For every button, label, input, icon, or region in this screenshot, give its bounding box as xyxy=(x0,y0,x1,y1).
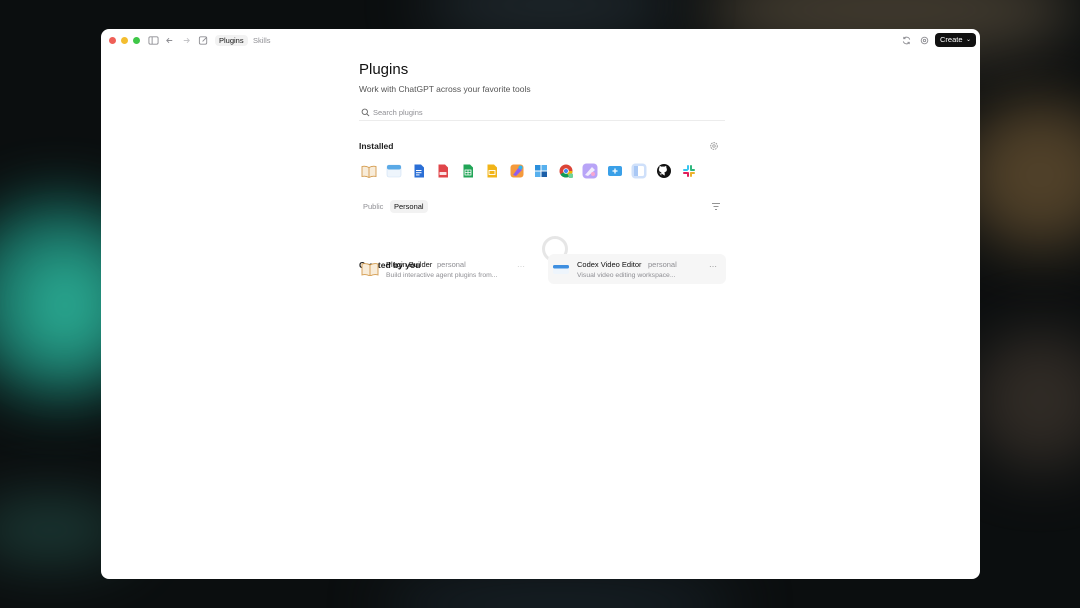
plugin-name: Codex Video Editor xyxy=(577,260,642,269)
tab-personal[interactable]: Personal xyxy=(390,200,428,213)
refresh-icon[interactable] xyxy=(901,35,912,46)
forward-arrow-icon[interactable] xyxy=(181,35,192,46)
plugin-tag: personal xyxy=(648,260,677,269)
search-icon xyxy=(361,108,370,117)
book-icon[interactable] xyxy=(361,163,377,179)
more-options-icon[interactable]: ⋯ xyxy=(709,262,717,271)
page-title: Plugins xyxy=(359,61,409,78)
installed-heading: Installed xyxy=(359,141,394,151)
manage-installed-gear-icon[interactable] xyxy=(709,141,719,151)
book-icon xyxy=(361,263,379,276)
search-bar xyxy=(359,106,725,121)
page-subtitle: Work with ChatGPT across your favorite t… xyxy=(359,84,531,94)
plugin-name: Plugin Builder xyxy=(386,260,433,269)
chrome-icon[interactable] xyxy=(558,163,574,179)
github-icon[interactable] xyxy=(656,163,672,179)
figma-icon[interactable] xyxy=(509,163,525,179)
minimize-window-button[interactable] xyxy=(121,37,128,44)
docs-icon[interactable] xyxy=(411,163,427,179)
plugin-tag: personal xyxy=(437,260,466,269)
pdf-icon[interactable] xyxy=(435,163,451,179)
add-screen-icon[interactable] xyxy=(607,163,623,179)
back-arrow-icon[interactable] xyxy=(164,35,175,46)
plugin-description: Build interactive agent plugins from... xyxy=(386,272,498,279)
tab-public[interactable]: Public xyxy=(363,200,383,213)
app-window: Plugins Skills Create ⌄ Plugins Work wit… xyxy=(101,29,980,579)
slack-icon[interactable] xyxy=(681,163,697,179)
title-bar: Plugins Skills Create ⌄ xyxy=(101,29,980,53)
sidebar-toggle-icon[interactable] xyxy=(148,35,159,46)
video-editor-icon xyxy=(553,265,569,274)
create-button[interactable]: Create ⌄ xyxy=(935,33,976,47)
windows-icon[interactable] xyxy=(533,163,549,179)
more-options-icon[interactable]: ⋯ xyxy=(517,262,525,271)
tab-skills[interactable]: Skills xyxy=(253,35,271,46)
preview-icon[interactable] xyxy=(631,163,647,179)
compose-icon[interactable] xyxy=(198,35,209,46)
plugin-card-codex-video-editor[interactable]: Codex Video Editor personal Visual video… xyxy=(548,254,726,284)
zoom-window-button[interactable] xyxy=(133,37,140,44)
create-button-label: Create xyxy=(940,35,963,44)
close-window-button[interactable] xyxy=(109,37,116,44)
plugin-card-plugin-builder[interactable]: Plugin Builder personal Build interactiv… xyxy=(357,254,537,284)
tab-plugins[interactable]: Plugins xyxy=(215,35,248,46)
calendar-icon[interactable] xyxy=(386,163,402,179)
filter-icon[interactable] xyxy=(711,202,721,211)
sheets-icon[interactable] xyxy=(460,163,476,179)
settings-gear-icon[interactable] xyxy=(919,35,930,46)
plugin-description: Visual video editing workspace... xyxy=(577,272,676,279)
chevron-down-icon: ⌄ xyxy=(965,37,971,43)
design-app-icon[interactable] xyxy=(582,163,598,179)
slides-icon[interactable] xyxy=(484,163,500,179)
search-input[interactable] xyxy=(373,106,673,119)
